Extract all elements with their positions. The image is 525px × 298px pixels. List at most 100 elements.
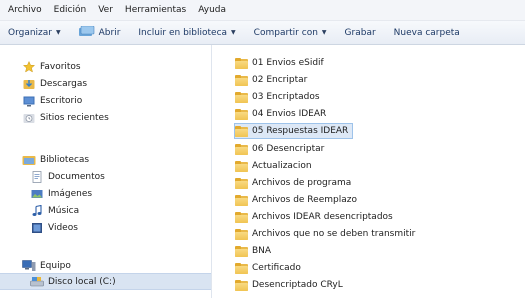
folder-icon	[235, 262, 248, 274]
folder-name: BNA	[252, 246, 272, 256]
folder-name: Certificado	[252, 263, 301, 273]
folder-icon	[235, 91, 248, 103]
folder-item[interactable]: 06 Desencriptar	[235, 141, 328, 157]
nav-computer[interactable]: Equipo	[22, 257, 202, 274]
nav-item-label: Sitios recientes	[40, 112, 109, 123]
folder-item[interactable]: Desencriptado CRyL	[235, 277, 347, 293]
open-app-icon	[78, 25, 95, 40]
nav-item-recent-places[interactable]: Sitios recientes	[22, 109, 202, 126]
organize-label: Organizar	[8, 27, 52, 38]
folder-item[interactable]: BNA	[235, 243, 275, 259]
command-bar: Organizar ▼ Abrir Incluir en biblioteca …	[0, 21, 525, 45]
folder-item[interactable]: 02 Encriptar	[235, 72, 311, 88]
document-icon	[30, 170, 44, 183]
folder-name: Archivos que no se deben transmitir	[252, 229, 416, 239]
star-icon	[22, 60, 36, 73]
include-label: Incluir en biblioteca	[138, 27, 228, 38]
folder-item-selected[interactable]: 05 Respuestas IDEAR	[234, 123, 354, 139]
menu-archivo[interactable]: Archivo	[8, 5, 42, 15]
nav-item-local-disk[interactable]: Disco local (C:)	[0, 273, 211, 290]
menu-ayuda[interactable]: Ayuda	[198, 5, 226, 15]
folder-name: Archivos de Reemplazo	[252, 195, 357, 205]
folder-item[interactable]: Actualizacion	[235, 158, 316, 174]
nav-libraries-label: Bibliotecas	[40, 154, 90, 165]
open-label: Abrir	[98, 27, 121, 38]
music-note-icon	[30, 204, 44, 217]
new-folder-label: Nueva carpeta	[393, 27, 460, 38]
folder-name: Actualizacion	[252, 161, 312, 171]
navigation-pane: Favoritos Descargas Escritorio Sitios re…	[0, 45, 212, 298]
nav-item-label: Documentos	[48, 171, 105, 182]
drive-icon	[30, 276, 44, 288]
folder-icon	[235, 160, 248, 172]
folder-name: 06 Desencriptar	[252, 144, 325, 154]
folder-item[interactable]: 01 Envios eSidif	[235, 55, 328, 71]
video-icon	[30, 222, 44, 234]
nav-item-label: Imágenes	[48, 188, 93, 199]
folder-item[interactable]: 03 Encriptados	[235, 89, 324, 105]
folder-name: 04 Envios IDEAR	[252, 109, 327, 119]
nav-item-documents[interactable]: Documentos	[30, 168, 202, 185]
burn-label: Grabar	[344, 27, 376, 38]
nav-favorites[interactable]: Favoritos	[22, 58, 202, 75]
folder-icon	[235, 74, 248, 86]
share-label: Compartir con	[253, 27, 318, 38]
menu-ver[interactable]: Ver	[98, 5, 113, 15]
folder-name: 01 Envios eSidif	[252, 58, 324, 68]
nav-item-label: Disco local (C:)	[48, 276, 116, 287]
nav-item-desktop[interactable]: Escritorio	[22, 92, 202, 109]
new-folder-button[interactable]: Nueva carpeta	[394, 28, 460, 38]
chevron-down-icon: ▼	[321, 29, 327, 36]
recent-places-icon	[22, 112, 36, 124]
chevron-down-icon: ▼	[56, 29, 61, 36]
folder-item[interactable]: Archivos de Reemplazo	[235, 192, 361, 208]
folder-icon	[235, 177, 248, 189]
file-list: 01 Envios eSidif 02 Encriptar 03 Encript…	[213, 45, 525, 298]
folder-item[interactable]: 04 Envios IDEAR	[235, 106, 330, 122]
folder-name: Desencriptado CRyL	[252, 280, 343, 290]
folder-icon	[235, 245, 248, 257]
folder-name: 02 Encriptar	[252, 75, 308, 85]
include-in-library-button[interactable]: Incluir en biblioteca ▼	[138, 28, 235, 38]
nav-item-label: Descargas	[40, 78, 88, 89]
libraries-icon	[22, 154, 36, 166]
folder-icon	[235, 279, 248, 291]
folder-icon	[235, 108, 248, 120]
folder-name: Archivos IDEAR desencriptados	[252, 212, 393, 222]
nav-item-music[interactable]: Música	[30, 202, 202, 219]
chevron-down-icon: ▼	[231, 29, 236, 36]
nav-item-downloads[interactable]: Descargas	[22, 75, 202, 92]
desktop-icon	[22, 95, 36, 107]
folder-icon	[235, 228, 248, 240]
nav-favorites-label: Favoritos	[40, 61, 81, 72]
folder-item[interactable]: Certificado	[235, 260, 305, 276]
nav-item-images[interactable]: Imágenes	[30, 185, 202, 202]
folder-item[interactable]: Archivos de programa	[235, 175, 355, 191]
nav-libraries[interactable]: Bibliotecas	[22, 151, 202, 168]
folder-icon	[235, 194, 248, 206]
organize-button[interactable]: Organizar ▼	[8, 28, 61, 38]
menu-bar: Archivo Edición Ver Herramientas Ayuda	[0, 0, 525, 21]
nav-item-videos[interactable]: Videos	[30, 219, 202, 236]
nav-item-label: Escritorio	[40, 95, 83, 106]
menu-herramientas[interactable]: Herramientas	[125, 5, 186, 15]
share-with-button[interactable]: Compartir con ▼	[254, 28, 327, 38]
folder-icon	[235, 57, 248, 69]
downloads-icon	[22, 78, 36, 90]
pictures-icon	[30, 188, 44, 200]
nav-item-label: Música	[48, 205, 80, 216]
menu-edicion[interactable]: Edición	[54, 5, 87, 15]
folder-icon	[235, 125, 248, 137]
folder-icon	[235, 211, 248, 223]
computer-icon	[22, 259, 36, 272]
nav-item-label: Videos	[48, 222, 78, 233]
nav-computer-label: Equipo	[40, 260, 71, 271]
folder-name: 03 Encriptados	[252, 92, 320, 102]
folder-item[interactable]: Archivos IDEAR desencriptados	[235, 209, 397, 225]
folder-icon	[235, 143, 248, 155]
folder-item[interactable]: Archivos que no se deben transmitir	[235, 226, 419, 242]
burn-button[interactable]: Grabar	[345, 28, 376, 38]
folder-name: Archivos de programa	[252, 178, 352, 188]
folder-name: 05 Respuestas IDEAR	[252, 126, 349, 136]
open-button[interactable]: Abrir	[78, 25, 121, 40]
